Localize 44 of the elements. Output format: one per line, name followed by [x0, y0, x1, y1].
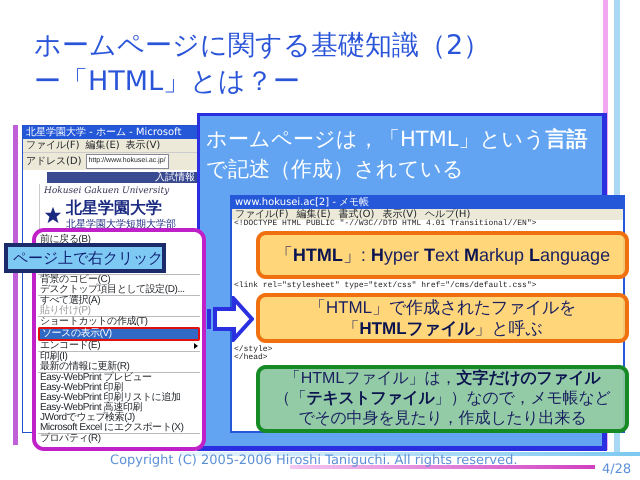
- menu-item[interactable]: デスクトップ項目として設定(D)...: [38, 285, 200, 295]
- code-line: </head>: [233, 354, 269, 362]
- menu-item[interactable]: ソースの表示(V): [38, 327, 200, 341]
- menu-item[interactable]: Easy-WebPrint 印刷: [38, 383, 200, 393]
- copyright-text: Copyright (C) 2005-2006 Hiroshi Taniguchi. All rights reserved.: [110, 452, 518, 470]
- address-label: アドレス(D): [26, 155, 82, 169]
- menu-item[interactable]: 最新の情報に更新(R): [38, 362, 200, 372]
- menu-item[interactable]: JWordでウェブ検索(J): [38, 413, 200, 423]
- menu-item[interactable]: 印刷(I): [38, 352, 200, 362]
- menu-item[interactable]: ショートカットの作成(T): [38, 317, 200, 327]
- callout-box: 「HTML」: Hyper Text Markup Language: [256, 231, 629, 279]
- menu-item[interactable]: 前に戻る(B): [38, 235, 200, 245]
- submenu-arrow-icon: [194, 343, 198, 349]
- window-title: www.hokusei.ac[2] - メモ帳: [232, 197, 623, 209]
- menu-item[interactable]: 表示(V): [126, 139, 160, 152]
- slide-title: ー「HTML」とは？ー: [34, 65, 302, 99]
- menu-item[interactable]: 編集(E): [86, 139, 120, 152]
- callout-box: 「HTMLファイル」は，文字だけのファイル （「テキストファイル」）なので，メモ帳など でその中身を見たり，作成したり出来る: [256, 365, 629, 433]
- slide-title: ホームページに関する基礎知識（2）: [34, 29, 490, 63]
- page-number: 4/28: [602, 461, 632, 479]
- menu-item[interactable]: 表示(V): [382, 209, 418, 220]
- menu-item[interactable]: すべて選択(A): [38, 296, 200, 306]
- menu-item[interactable]: Easy-WebPrint プレビュー: [38, 373, 200, 383]
- menu-item[interactable]: 書式(O): [338, 209, 374, 220]
- callout-label: ページ上で右クリック: [4, 243, 166, 273]
- star-logo-icon: [44, 206, 62, 224]
- code-line: <!DOCTYPE HTML PUBLIC "-//W3C//DTD HTML 4.01 Transitional//EN">: [233, 220, 538, 228]
- menu-item[interactable]: ファイル(F): [26, 139, 80, 152]
- callout-box: 「HTML」で作成されたファイルを 「HTMLファイル」と呼ぶ: [256, 293, 629, 343]
- site-name: 北星学園大学: [66, 198, 163, 216]
- site-subname: 北星学園大学短期大学部: [66, 218, 176, 232]
- code-line: <link rel="stylesheet" type="text/css" href="/cms/default.css">: [233, 282, 538, 290]
- site-name-english: Hokusei Gakuen University: [44, 185, 170, 198]
- menu-item[interactable]: エンコード(E): [38, 341, 200, 351]
- menu-item[interactable]: 編集(E): [296, 209, 331, 220]
- menu-item[interactable]: Easy-WebPrint 印刷リストに追加: [38, 393, 200, 403]
- panel-text: ホームページは，「HTML」という言語で記述（作成）されている: [206, 126, 588, 183]
- menu-item[interactable]: プロパティ(R): [38, 434, 200, 444]
- menu-item[interactable]: ファイル(F): [235, 209, 289, 220]
- menu-item[interactable]: ヘルプ(H): [425, 209, 470, 220]
- code-line: </style>: [233, 346, 274, 354]
- menu-item[interactable]: 背景のコピー(C): [38, 275, 200, 285]
- menu-item[interactable]: Microsoft Excel にエクスポート(X): [38, 423, 200, 433]
- menu-item[interactable]: Easy-WebPrint 高速印刷: [38, 403, 200, 413]
